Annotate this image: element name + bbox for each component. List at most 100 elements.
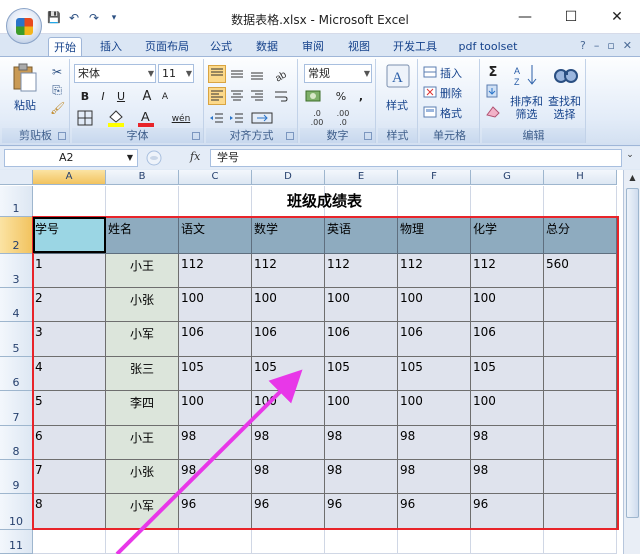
- ribbon-close-button[interactable]: ✕: [623, 39, 632, 52]
- align-center-icon[interactable]: [228, 87, 246, 105]
- font-color-icon[interactable]: A: [136, 109, 158, 127]
- minimize-button[interactable]: —: [502, 0, 548, 34]
- orientation-icon[interactable]: ab: [272, 65, 290, 84]
- sort-filter-button[interactable]: 排序和 筛选: [510, 95, 543, 121]
- formula-input[interactable]: 学号: [210, 149, 622, 167]
- styles-button[interactable]: 样式: [386, 97, 408, 113]
- paste-button[interactable]: 粘贴: [14, 97, 36, 113]
- find-select-button[interactable]: 查找和 选择: [548, 95, 581, 121]
- clipboard-launcher-icon[interactable]: [58, 132, 66, 140]
- font-group: 宋体 ▼ 11 ▼ B I U A A A wén 字体: [72, 59, 204, 143]
- maximize-button[interactable]: ☐: [548, 0, 594, 34]
- insert-function-icon[interactable]: fx: [190, 150, 200, 163]
- office-logo-icon: [16, 18, 33, 35]
- worksheet-grid[interactable]: ABCDEFGH 1 2 3 4 5 6 7 8 9 10 11 学号 姓名 语文 数学 英语 物理 化学 总分 1…: [0, 170, 640, 554]
- underline-button[interactable]: U: [112, 87, 130, 105]
- svg-text:A: A: [392, 70, 403, 86]
- find-select-icon[interactable]: [552, 63, 580, 89]
- number-launcher-icon[interactable]: [364, 132, 372, 140]
- paste-icon[interactable]: [10, 63, 38, 93]
- ribbon-window-controls: ? – ▫ ✕: [580, 39, 632, 52]
- formula-controls: fx: [142, 150, 208, 166]
- styles-group: A 样式 样式: [378, 59, 418, 143]
- close-button[interactable]: ✕: [594, 0, 640, 34]
- format-cells-icon[interactable]: [422, 104, 438, 120]
- delete-cells-icon[interactable]: [422, 84, 438, 100]
- number-group: 常规 ▼ % , .0.00 .00.0 数字: [300, 59, 376, 143]
- tab-page-layout[interactable]: 页面布局: [140, 37, 194, 56]
- tab-home[interactable]: 开始: [48, 37, 82, 56]
- percent-button[interactable]: %: [332, 87, 350, 105]
- font-name-select[interactable]: 宋体 ▼: [74, 64, 156, 83]
- borders-icon[interactable]: [76, 109, 94, 127]
- cells-group: 插入 删除 格式 单元格: [420, 59, 480, 143]
- svg-text:Z: Z: [514, 77, 520, 87]
- format-painter-icon[interactable]: 🖌: [50, 101, 65, 115]
- grow-font-button[interactable]: A: [138, 87, 156, 105]
- fill-color-icon[interactable]: [106, 109, 128, 127]
- clipboard-group: 粘贴 ✂ ⎘ 🖌 剪贴板: [2, 59, 70, 143]
- align-right-icon[interactable]: [248, 87, 266, 105]
- tab-view[interactable]: 视图: [342, 37, 376, 56]
- clipboard-label: 剪贴板: [2, 128, 69, 143]
- ribbon-minimize-button[interactable]: –: [594, 39, 600, 52]
- annotation-arrow: [115, 369, 303, 554]
- font-size-select[interactable]: 11 ▼: [158, 64, 194, 83]
- phonetic-button[interactable]: wén: [168, 109, 194, 127]
- comma-button[interactable]: ,: [352, 87, 370, 105]
- scroll-up-icon[interactable]: ▲: [624, 170, 640, 186]
- cells-label: 单元格: [420, 128, 479, 143]
- increase-indent-icon[interactable]: [228, 109, 246, 127]
- tab-insert[interactable]: 插入: [94, 37, 128, 56]
- help-icon[interactable]: ?: [580, 39, 586, 52]
- title-bar: 💾 ↶ ↷ ▾ 数据表格.xlsx - Microsoft Excel — ☐ …: [0, 0, 640, 44]
- number-label: 数字: [300, 128, 375, 143]
- vertical-scrollbar[interactable]: ▲: [623, 170, 640, 554]
- align-top-icon[interactable]: [208, 65, 226, 83]
- tab-review[interactable]: 审阅: [296, 37, 330, 56]
- expand-formula-bar-icon[interactable]: ⌄: [624, 150, 636, 166]
- ribbon: 粘贴 ✂ ⎘ 🖌 剪贴板 宋体 ▼ 11 ▼ B I U A A A wén 字体 …: [0, 56, 640, 146]
- tab-formulas[interactable]: 公式: [204, 37, 238, 56]
- cut-icon[interactable]: ✂: [50, 65, 64, 79]
- decrease-decimal-icon[interactable]: .00.0: [332, 109, 354, 127]
- tab-developer[interactable]: 开发工具: [388, 37, 442, 56]
- accounting-format-icon[interactable]: [304, 87, 326, 105]
- insert-cells-button[interactable]: 插入: [440, 65, 462, 81]
- window-controls: — ☐ ✕: [502, 0, 640, 34]
- decrease-indent-icon[interactable]: [208, 109, 226, 127]
- wrap-text-icon[interactable]: [272, 87, 290, 105]
- align-middle-icon[interactable]: [228, 65, 246, 83]
- sort-filter-icon[interactable]: AZ: [512, 63, 540, 89]
- merge-center-icon[interactable]: [250, 109, 274, 127]
- tab-pdf-toolset[interactable]: pdf toolset: [452, 37, 524, 56]
- delete-cells-button[interactable]: 删除: [440, 85, 462, 101]
- autosum-button[interactable]: Σ: [484, 63, 502, 81]
- number-format-select[interactable]: 常规 ▼: [304, 64, 372, 83]
- ribbon-restore-button[interactable]: ▫: [607, 39, 614, 52]
- shrink-font-button[interactable]: A: [156, 87, 174, 105]
- format-cells-button[interactable]: 格式: [440, 105, 462, 121]
- editing-group: Σ AZ 排序和 筛选 查找和 选择 编辑: [482, 59, 586, 143]
- font-label: 字体: [72, 128, 203, 143]
- fill-icon[interactable]: [484, 83, 502, 99]
- formula-bar: A2 ▼ fx 学号 ⌄: [0, 147, 640, 169]
- insert-cells-icon[interactable]: [422, 64, 438, 80]
- ribbon-tabs: 开始 插入 页面布局 公式 数据 审阅 视图 开发工具 pdf toolset …: [0, 34, 640, 56]
- align-bottom-icon[interactable]: [248, 65, 266, 83]
- align-left-icon[interactable]: [208, 87, 226, 105]
- font-launcher-icon[interactable]: [192, 132, 200, 140]
- clear-icon[interactable]: [484, 103, 502, 119]
- scroll-thumb[interactable]: [626, 188, 639, 518]
- styles-icon[interactable]: A: [385, 63, 411, 91]
- svg-text:ab: ab: [273, 69, 289, 82]
- tab-data[interactable]: 数据: [250, 37, 284, 56]
- copy-icon[interactable]: ⎘: [50, 83, 64, 97]
- name-box[interactable]: A2 ▼: [4, 149, 138, 167]
- svg-text:A: A: [514, 66, 520, 76]
- alignment-launcher-icon[interactable]: [286, 132, 294, 140]
- increase-decimal-icon[interactable]: .0.00: [306, 109, 328, 127]
- office-button[interactable]: [6, 8, 42, 44]
- bold-button[interactable]: B: [76, 87, 94, 105]
- italic-button[interactable]: I: [94, 87, 112, 105]
